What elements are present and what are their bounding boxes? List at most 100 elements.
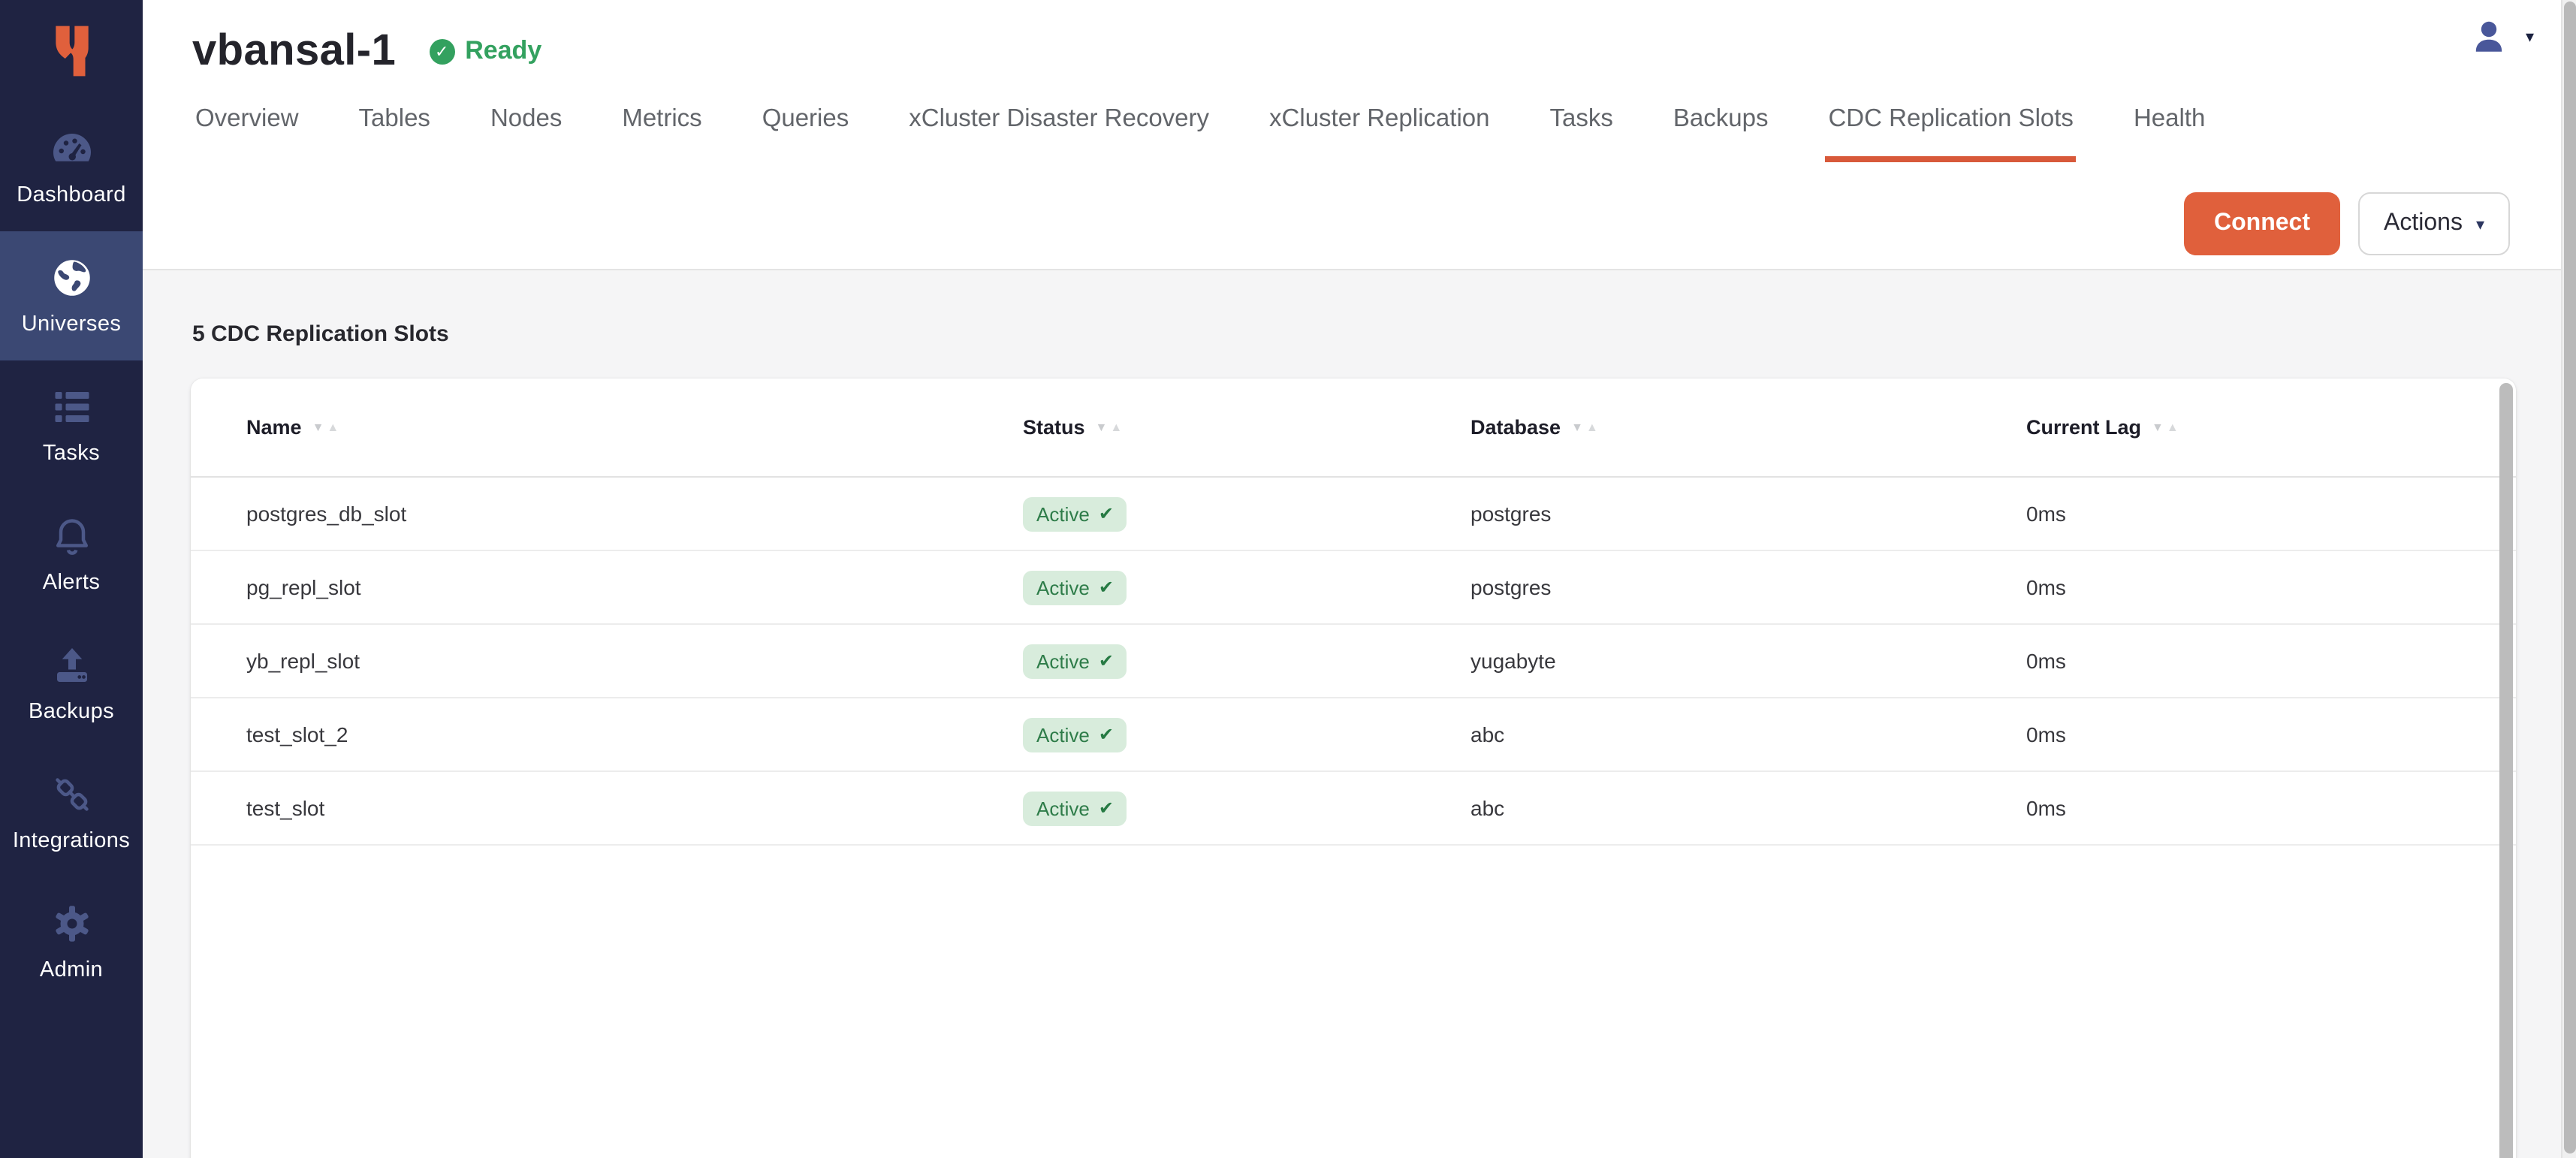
tab-tables[interactable]: Tables — [356, 96, 433, 162]
status-badge: Active✔ — [1023, 570, 1127, 605]
slot-name: test_slot — [246, 796, 1023, 820]
actions-label: Actions — [2384, 210, 2463, 237]
check-icon: ✔ — [1099, 503, 1114, 524]
connect-button[interactable]: Connect — [2184, 192, 2340, 255]
table-header-row: Name ▼▲ Status ▼▲ Database ▼▲ Current La… — [191, 378, 2516, 478]
sidebar-item-tasks[interactable]: Tasks — [0, 360, 143, 490]
page-scrollbar — [2561, 0, 2576, 1158]
sidebar: Dashboard Universes Tasks Alerts Backups — [0, 0, 143, 1158]
status-badge: ✓ Ready — [429, 36, 541, 66]
sort-desc-icon: ▼ — [312, 421, 324, 433]
table-row[interactable]: test_slot_2 Active✔ abc 0ms — [191, 698, 2516, 772]
tab-overview[interactable]: Overview — [192, 96, 302, 162]
slots-table-card: Name ▼▲ Status ▼▲ Database ▼▲ Current La… — [191, 378, 2516, 1158]
sort-control[interactable]: ▼▲ — [312, 421, 339, 433]
slot-current-lag: 0ms — [2026, 796, 2516, 820]
sort-asc-icon: ▲ — [327, 421, 339, 433]
sidebar-item-integrations[interactable]: Integrations — [0, 748, 143, 877]
sidebar-item-backups[interactable]: Backups — [0, 619, 143, 748]
slot-database: postgres — [1470, 502, 2026, 526]
sort-desc-icon: ▼ — [1096, 421, 1108, 433]
table-scrollbar-thumb[interactable] — [2499, 383, 2513, 1158]
table-scrollbar — [2499, 383, 2513, 1158]
check-circle-icon: ✓ — [429, 38, 454, 64]
slot-current-lag: 0ms — [2026, 649, 2516, 673]
status-badge: Active✔ — [1023, 496, 1127, 531]
universe-tabs: Overview Tables Nodes Metrics Queries xC… — [143, 96, 2576, 162]
table-row[interactable]: test_slot Active✔ abc 0ms — [191, 772, 2516, 846]
yugabyte-logo-icon — [49, 23, 94, 80]
table-row[interactable]: yb_repl_slot Active✔ yugabyte 0ms — [191, 625, 2516, 698]
caret-down-icon: ▾ — [2476, 214, 2484, 234]
actions-button[interactable]: Actions ▾ — [2358, 192, 2510, 255]
yugabyte-logo[interactable] — [0, 0, 143, 102]
list-icon — [49, 384, 94, 430]
check-icon: ✔ — [1099, 577, 1114, 598]
slot-database: yugabyte — [1470, 649, 2026, 673]
sidebar-item-label: Alerts — [43, 571, 101, 595]
slot-current-lag: 0ms — [2026, 502, 2516, 526]
sidebar-item-label: Integrations — [13, 829, 130, 853]
user-menu[interactable]: ▾ — [2472, 18, 2534, 54]
status-badge: Active✔ — [1023, 644, 1127, 678]
slot-name: pg_repl_slot — [246, 575, 1023, 599]
sidebar-item-alerts[interactable]: Alerts — [0, 490, 143, 619]
universe-header: vbansal-1 ✓ Ready ▾ Overview Tables Node… — [143, 0, 2576, 270]
slots-count-heading: 5 CDC Replication Slots — [192, 321, 2576, 347]
status-label: Ready — [465, 36, 541, 66]
slot-current-lag: 0ms — [2026, 575, 2516, 599]
column-header-current-lag: Current Lag ▼▲ — [2026, 416, 2516, 439]
slot-database: abc — [1470, 796, 2026, 820]
tab-metrics[interactable]: Metrics — [619, 96, 704, 162]
plug-icon — [49, 772, 94, 817]
tab-cdc-replication-slots[interactable]: CDC Replication Slots — [1825, 96, 2076, 162]
sort-asc-icon: ▲ — [1110, 421, 1122, 433]
tab-backups[interactable]: Backups — [1670, 96, 1772, 162]
tab-health[interactable]: Health — [2131, 96, 2208, 162]
slot-current-lag: 0ms — [2026, 722, 2516, 746]
slot-name: yb_repl_slot — [246, 649, 1023, 673]
tab-queries[interactable]: Queries — [759, 96, 852, 162]
gear-icon — [49, 901, 94, 946]
slot-name: test_slot_2 — [246, 722, 1023, 746]
sidebar-item-label: Dashboard — [17, 183, 126, 207]
slot-database: postgres — [1470, 575, 2026, 599]
sidebar-item-label: Backups — [29, 700, 114, 724]
sort-desc-icon: ▼ — [2152, 421, 2164, 433]
bell-icon — [49, 514, 94, 559]
globe-icon — [49, 255, 94, 300]
column-header-database: Database ▼▲ — [1470, 416, 2026, 439]
app-window: Dashboard Universes Tasks Alerts Backups — [0, 0, 2576, 1158]
caret-down-icon: ▾ — [2526, 26, 2534, 46]
check-icon: ✔ — [1099, 798, 1114, 819]
gauge-icon — [49, 126, 94, 171]
sidebar-item-label: Admin — [40, 958, 103, 982]
sort-desc-icon: ▼ — [1571, 421, 1583, 433]
table-row[interactable]: pg_repl_slot Active✔ postgres 0ms — [191, 551, 2516, 625]
user-avatar-icon — [2472, 18, 2508, 54]
check-icon: ✔ — [1099, 724, 1114, 745]
sort-control[interactable]: ▼▲ — [1096, 421, 1123, 433]
sort-control[interactable]: ▼▲ — [1571, 421, 1598, 433]
slot-database: abc — [1470, 722, 2026, 746]
main-area: vbansal-1 ✓ Ready ▾ Overview Tables Node… — [143, 0, 2576, 1158]
content-area: 5 CDC Replication Slots Name ▼▲ Status ▼… — [143, 270, 2576, 1158]
tab-tasks[interactable]: Tasks — [1547, 96, 1616, 162]
column-header-name: Name ▼▲ — [246, 416, 1023, 439]
sidebar-item-dashboard[interactable]: Dashboard — [0, 102, 143, 231]
status-badge: Active✔ — [1023, 717, 1127, 752]
column-header-status: Status ▼▲ — [1023, 416, 1470, 439]
upload-icon — [49, 643, 94, 688]
sidebar-item-admin[interactable]: Admin — [0, 877, 143, 1006]
table-row[interactable]: postgres_db_slot Active✔ postgres 0ms — [191, 478, 2516, 551]
sort-asc-icon: ▲ — [1586, 421, 1598, 433]
check-icon: ✔ — [1099, 650, 1114, 671]
sort-control[interactable]: ▼▲ — [2152, 421, 2179, 433]
tab-nodes[interactable]: Nodes — [487, 96, 565, 162]
tab-xcluster-disaster-recovery[interactable]: xCluster Disaster Recovery — [906, 96, 1212, 162]
page-scrollbar-thumb[interactable] — [2564, 2, 2576, 1153]
sort-asc-icon: ▲ — [2167, 421, 2179, 433]
sidebar-item-universes[interactable]: Universes — [0, 231, 143, 360]
tab-xcluster-replication[interactable]: xCluster Replication — [1266, 96, 1492, 162]
status-badge: Active✔ — [1023, 791, 1127, 825]
